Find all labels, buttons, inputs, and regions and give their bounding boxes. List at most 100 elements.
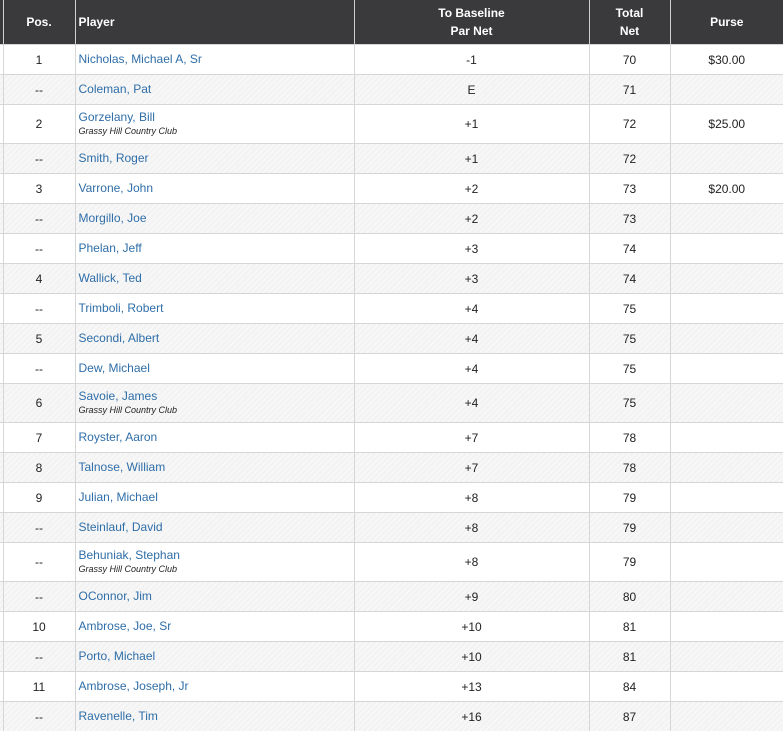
par-net-cell: +2 [354, 204, 589, 234]
player-link[interactable]: Talnose, William [79, 460, 354, 475]
purse-cell: $30.00 [670, 45, 783, 75]
total-net-cell: 84 [589, 672, 670, 702]
player-link[interactable]: Trimboli, Robert [79, 301, 354, 316]
table-row: 2Gorzelany, BillGrassy Hill Country Club… [0, 105, 783, 144]
total-net-cell: 71 [589, 75, 670, 105]
pos-cell: -- [3, 354, 75, 384]
total-net-cell: 79 [589, 543, 670, 582]
header-to-baseline[interactable]: To BaselinePar Net [354, 0, 589, 45]
player-link[interactable]: Gorzelany, Bill [79, 110, 354, 125]
table-row: 9Julian, Michael+879 [0, 483, 783, 513]
player-cell: Gorzelany, BillGrassy Hill Country Club [75, 105, 354, 144]
player-cell: Varrone, John [75, 174, 354, 204]
purse-cell [670, 702, 783, 731]
par-net-cell: +3 [354, 234, 589, 264]
par-net-cell: +2 [354, 174, 589, 204]
player-link[interactable]: Phelan, Jeff [79, 241, 354, 256]
pos-cell: 5 [3, 324, 75, 354]
player-link[interactable]: Morgillo, Joe [79, 211, 354, 226]
total-net-cell: 79 [589, 513, 670, 543]
player-cell: Coleman, Pat [75, 75, 354, 105]
player-cell: OConnor, Jim [75, 582, 354, 612]
total-net-cell: 80 [589, 582, 670, 612]
player-link[interactable]: Savoie, James [79, 389, 354, 404]
table-row: --Smith, Roger+172 [0, 144, 783, 174]
purse-cell [670, 612, 783, 642]
player-link[interactable]: Smith, Roger [79, 151, 354, 166]
table-row: 1Nicholas, Michael A, Sr-170$30.00 [0, 45, 783, 75]
player-cell: Steinlauf, David [75, 513, 354, 543]
header-total-net[interactable]: TotalNet [589, 0, 670, 45]
par-net-cell: +7 [354, 453, 589, 483]
purse-cell: $25.00 [670, 105, 783, 144]
player-cell: Ambrose, Joe, Sr [75, 612, 354, 642]
pos-cell: -- [3, 75, 75, 105]
player-cell: Porto, Michael [75, 642, 354, 672]
purse-cell [670, 234, 783, 264]
player-link[interactable]: Behuniak, Stephan [79, 548, 354, 563]
player-link[interactable]: Ambrose, Joe, Sr [79, 619, 354, 634]
club-name: Grassy Hill Country Club [79, 125, 354, 138]
player-cell: Talnose, William [75, 453, 354, 483]
player-link[interactable]: Royster, Aaron [79, 430, 354, 445]
purse-cell: $20.00 [670, 174, 783, 204]
header-pos[interactable]: Pos. [3, 0, 75, 45]
pos-cell: -- [3, 294, 75, 324]
purse-cell [670, 423, 783, 453]
player-link[interactable]: Wallick, Ted [79, 271, 354, 286]
par-net-cell: +9 [354, 582, 589, 612]
par-net-cell: +10 [354, 642, 589, 672]
pos-cell: 3 [3, 174, 75, 204]
table-row: --Porto, Michael+1081 [0, 642, 783, 672]
total-net-cell: 73 [589, 204, 670, 234]
table-row: 11Ambrose, Joseph, Jr+1384 [0, 672, 783, 702]
club-name: Grassy Hill Country Club [79, 404, 354, 417]
purse-cell [670, 144, 783, 174]
total-net-cell: 81 [589, 642, 670, 672]
purse-cell [670, 75, 783, 105]
total-net-cell: 75 [589, 324, 670, 354]
player-link[interactable]: Steinlauf, David [79, 520, 354, 535]
header-purse[interactable]: Purse [670, 0, 783, 45]
player-link[interactable]: Coleman, Pat [79, 82, 354, 97]
player-link[interactable]: Secondi, Albert [79, 331, 354, 346]
pos-cell: 10 [3, 612, 75, 642]
purse-cell [670, 513, 783, 543]
player-cell: Nicholas, Michael A, Sr [75, 45, 354, 75]
player-link[interactable]: Nicholas, Michael A, Sr [79, 52, 354, 67]
purse-cell [670, 543, 783, 582]
purse-cell [670, 672, 783, 702]
par-net-cell: +7 [354, 423, 589, 453]
purse-cell [670, 264, 783, 294]
total-net-cell: 73 [589, 174, 670, 204]
player-link[interactable]: Ravenelle, Tim [79, 709, 354, 724]
total-net-cell: 78 [589, 423, 670, 453]
table-row: 6Savoie, JamesGrassy Hill Country Club+4… [0, 384, 783, 423]
table-body: 1Nicholas, Michael A, Sr-170$30.00--Cole… [0, 45, 783, 731]
player-cell: Ravenelle, Tim [75, 702, 354, 731]
purse-cell [670, 294, 783, 324]
table-row: 7Royster, Aaron+778 [0, 423, 783, 453]
leaderboard-table: Pos. Player To BaselinePar Net TotalNet … [0, 0, 783, 731]
player-link[interactable]: Porto, Michael [79, 649, 354, 664]
table-row: --Coleman, PatE71 [0, 75, 783, 105]
par-net-cell: +4 [354, 384, 589, 423]
table-row: --Steinlauf, David+879 [0, 513, 783, 543]
player-link[interactable]: Julian, Michael [79, 490, 354, 505]
player-link[interactable]: OConnor, Jim [79, 589, 354, 604]
player-cell: Wallick, Ted [75, 264, 354, 294]
par-net-cell: +16 [354, 702, 589, 731]
purse-cell [670, 354, 783, 384]
pos-cell: -- [3, 234, 75, 264]
player-link[interactable]: Varrone, John [79, 181, 354, 196]
par-net-cell: +8 [354, 483, 589, 513]
par-net-cell: -1 [354, 45, 589, 75]
purse-cell [670, 642, 783, 672]
par-net-cell: +13 [354, 672, 589, 702]
pos-cell: -- [3, 582, 75, 612]
header-player[interactable]: Player [75, 0, 354, 45]
table-header: Pos. Player To BaselinePar Net TotalNet … [0, 0, 783, 45]
total-net-cell: 87 [589, 702, 670, 731]
player-link[interactable]: Dew, Michael [79, 361, 354, 376]
player-link[interactable]: Ambrose, Joseph, Jr [79, 679, 354, 694]
